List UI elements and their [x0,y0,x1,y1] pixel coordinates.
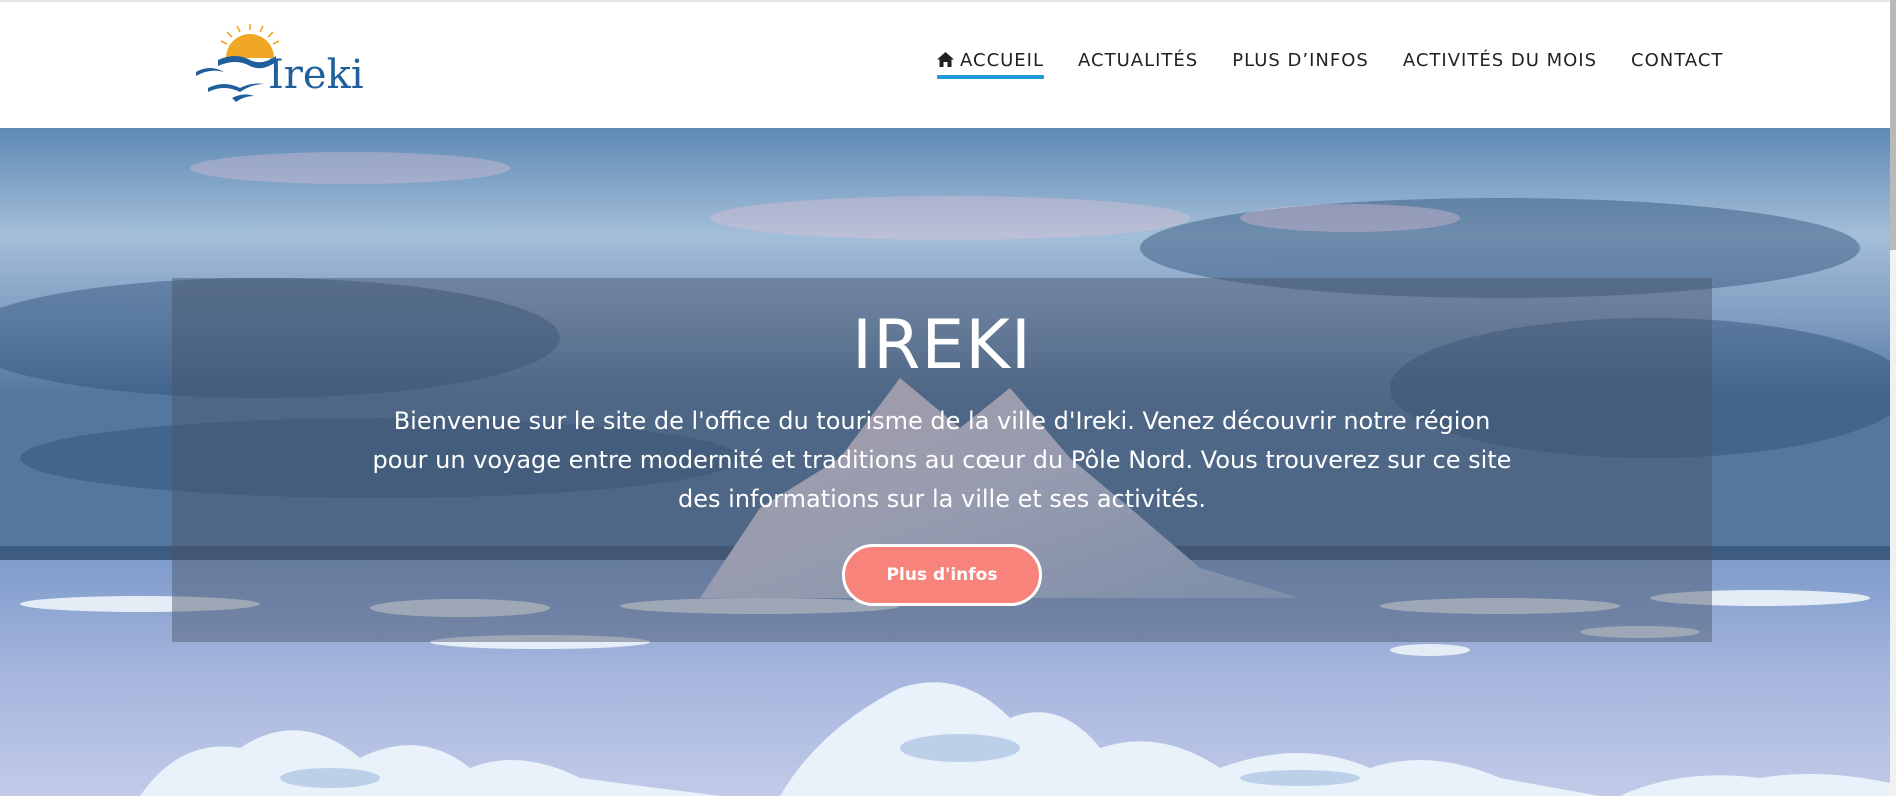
nav-item-accueil[interactable]: Accueil [937,50,1045,79]
nav-item-contact[interactable]: Contact [1631,50,1723,79]
plus-infos-button[interactable]: Plus d'infos [842,544,1042,606]
home-icon [937,52,954,67]
hero-overlay: IREKI Bienvenue sur le site de l'office … [172,278,1712,642]
logo-text: Ireki [268,52,364,98]
hero-description: Bienvenue sur le site de l'office du tou… [372,407,1512,513]
scrollbar-thumb[interactable] [1890,0,1896,250]
nav-item-label: Plus d’infos [1232,50,1369,71]
page-scrollbar[interactable] [1890,0,1896,796]
hero-banner: IREKI Bienvenue sur le site de l'office … [0,128,1890,796]
site-header: Ireki Accueil Actualités Plus d’infos Ac… [0,2,1890,128]
main-navigation: Accueil Actualités Plus d’infos Activité… [937,50,1723,79]
hero-title: IREKI [852,306,1032,385]
site-logo[interactable]: Ireki [196,24,366,106]
nav-item-label: Activités du mois [1402,50,1598,71]
nav-item-plus-infos[interactable]: Plus d’infos [1232,50,1369,79]
nav-item-label: Accueil [960,50,1045,71]
nav-item-actualites[interactable]: Actualités [1078,50,1198,79]
nav-item-label: Actualités [1078,50,1199,71]
nav-item-activites-du-mois[interactable]: Activités du mois [1403,50,1597,79]
nav-item-label: Contact [1631,50,1724,71]
